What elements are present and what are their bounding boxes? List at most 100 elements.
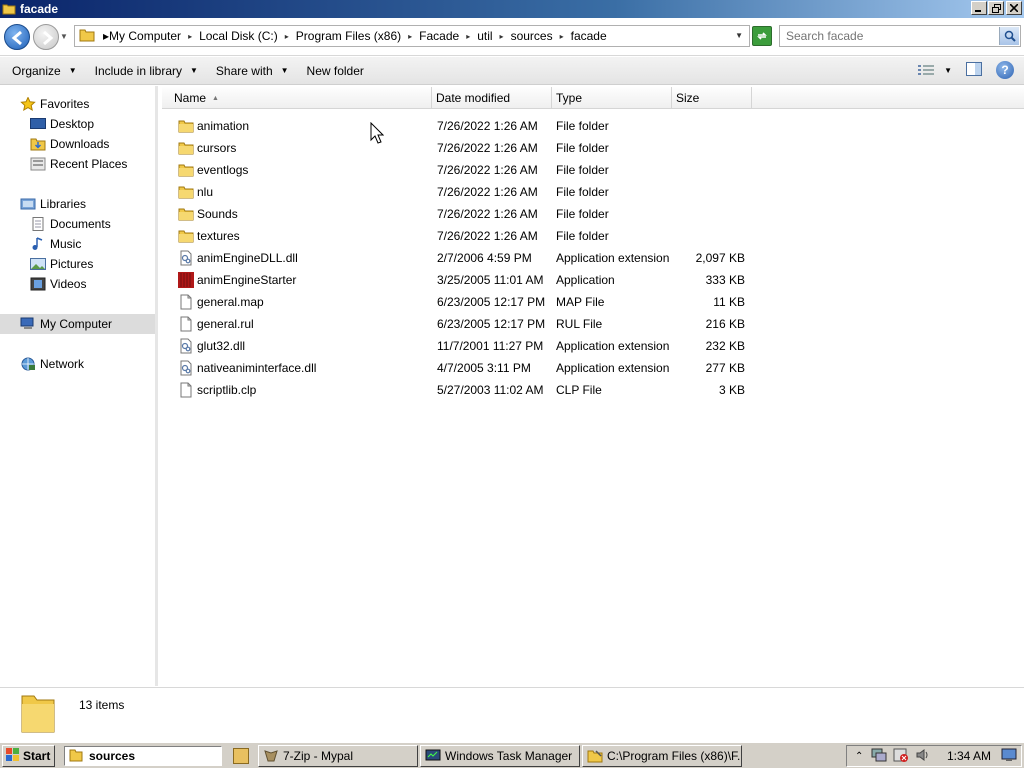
file-date: 11/7/2001 11:27 PM — [437, 339, 544, 353]
nav-downloads[interactable]: Downloads — [30, 134, 109, 154]
file-name-cell[interactable]: scriptlib.clp — [178, 382, 428, 398]
file-row[interactable]: nlu 7/26/2022 1:26 AM File folder — [162, 181, 1024, 203]
file-row[interactable]: animEngineStarter 3/25/2005 11:01 AM Appli… — [162, 269, 1024, 291]
breadcrumb-sources[interactable]: sources ▸ — [511, 29, 571, 43]
nav-my-computer[interactable]: My Computer — [0, 314, 155, 334]
desktop-icon — [30, 117, 46, 131]
volume-icon[interactable] — [915, 748, 931, 765]
breadcrumb-util[interactable]: util ▸ — [477, 29, 510, 43]
app-icon — [178, 272, 194, 288]
file-name-cell[interactable]: general.rul — [178, 316, 428, 332]
file-name: nativeaniminterface.dll — [197, 361, 317, 375]
share-with-button[interactable]: Share with ▼ — [216, 64, 289, 78]
breadcrumb-my-computer[interactable]: My Computer ▸ — [109, 29, 199, 43]
file-row[interactable]: general.map 6/23/2005 12:17 PM MAP File 11 … — [162, 291, 1024, 313]
show-desktop-icon[interactable] — [1001, 748, 1017, 765]
network-tray-icon[interactable] — [871, 748, 887, 765]
file-name-cell[interactable]: animEngineDLL.dll — [178, 250, 428, 266]
file-name-cell[interactable]: animation — [178, 118, 428, 134]
search-icon[interactable] — [999, 27, 1019, 45]
search-box[interactable] — [779, 25, 1021, 47]
include-in-library-button[interactable]: Include in library ▼ — [95, 64, 198, 78]
recent-pages-dropdown-icon[interactable]: ▼ — [60, 32, 68, 41]
nav-videos[interactable]: Videos — [30, 274, 86, 294]
file-row[interactable]: animation 7/26/2022 1:26 AM File folder — [162, 115, 1024, 137]
file-row[interactable]: nativeaniminterface.dll 4/7/2005 3:11 PM A… — [162, 357, 1024, 379]
clock[interactable]: 1:34 AM — [947, 749, 991, 763]
folder-icon — [2, 2, 16, 16]
file-icon — [178, 316, 194, 332]
view-options-icon[interactable]: ▼ — [918, 64, 952, 76]
start-button[interactable]: Start — [2, 745, 55, 767]
security-alert-icon[interactable] — [893, 748, 909, 765]
music-icon — [30, 237, 46, 251]
file-row[interactable]: animEngineDLL.dll 2/7/2006 4:59 PM Applica… — [162, 247, 1024, 269]
task-manager-icon — [425, 748, 441, 764]
file-name: animEngineStarter — [197, 273, 297, 287]
file-type: CLP File — [556, 383, 602, 397]
nav-desktop[interactable]: Desktop — [30, 114, 94, 134]
file-name-cell[interactable]: nativeaniminterface.dll — [178, 360, 428, 376]
tray-expand-icon[interactable]: ⌃ — [855, 751, 863, 762]
file-row[interactable]: general.rul 6/23/2005 12:17 PM RUL File 216… — [162, 313, 1024, 335]
file-name: animEngineDLL.dll — [197, 251, 298, 265]
file-icon — [178, 294, 194, 310]
file-type: File folder — [556, 163, 609, 177]
file-row[interactable]: eventlogs 7/26/2022 1:26 AM File folder — [162, 159, 1024, 181]
file-date: 6/23/2005 12:17 PM — [437, 317, 546, 331]
close-button[interactable] — [1006, 1, 1022, 15]
minimize-button[interactable] — [971, 1, 987, 15]
column-size[interactable]: Size — [672, 87, 752, 109]
file-name-cell[interactable]: animEngineStarter — [178, 272, 428, 288]
file-name-cell[interactable]: cursors — [178, 140, 428, 156]
refresh-button[interactable] — [752, 26, 772, 46]
file-row[interactable]: scriptlib.clp 5/27/2003 11:02 AM CLP File 3… — [162, 379, 1024, 401]
file-type: File folder — [556, 141, 609, 155]
address-dropdown-icon[interactable]: ▼ — [735, 31, 743, 40]
nav-pictures[interactable]: Pictures — [30, 254, 93, 274]
file-row[interactable]: textures 7/26/2022 1:26 AM File folder — [162, 225, 1024, 247]
preview-pane-icon[interactable] — [966, 61, 982, 79]
column-name[interactable]: Name ▲ — [162, 87, 432, 109]
nav-libraries[interactable]: Libraries — [20, 194, 86, 214]
file-name-cell[interactable]: eventlogs — [178, 162, 428, 178]
organize-button[interactable]: Organize ▼ — [12, 64, 77, 78]
forward-button[interactable] — [33, 24, 59, 50]
file-row[interactable]: glut32.dll 11/7/2001 11:27 PM Application … — [162, 335, 1024, 357]
file-name: general.map — [197, 295, 264, 309]
address-bar[interactable]: ▸ My Computer ▸ Local Disk (C:) ▸ Program … — [74, 25, 750, 47]
file-row[interactable]: Sounds 7/26/2022 1:26 AM File folder — [162, 203, 1024, 225]
nav-documents[interactable]: Documents — [30, 214, 111, 234]
file-type: MAP File — [556, 295, 605, 309]
back-button[interactable] — [4, 24, 30, 50]
nav-favorites[interactable]: Favorites — [20, 94, 89, 114]
new-folder-button[interactable]: New folder — [307, 64, 364, 78]
column-date-modified[interactable]: Date modified — [432, 87, 552, 109]
breadcrumb-facade-current[interactable]: facade — [571, 29, 607, 43]
quick-launch-media-icon[interactable] — [233, 748, 249, 764]
restore-button[interactable] — [988, 1, 1004, 15]
task-explorer-window[interactable]: C:\Program Files (x86)\F... — [582, 745, 742, 767]
breadcrumb-local-disk[interactable]: Local Disk (C:) ▸ — [199, 29, 296, 43]
task-7zip-mypal[interactable]: 7-Zip - Mypal — [258, 745, 418, 767]
taskbar-address-input[interactable]: sources — [64, 746, 222, 766]
breadcrumb-facade[interactable]: Facade ▸ — [419, 29, 477, 43]
help-icon[interactable]: ? — [996, 61, 1014, 79]
file-name-cell[interactable]: general.map — [178, 294, 428, 310]
nav-network[interactable]: Network — [20, 354, 84, 374]
windows-logo-icon — [6, 747, 20, 765]
file-name-cell[interactable]: nlu — [178, 184, 428, 200]
file-date: 5/27/2003 11:02 AM — [437, 383, 544, 397]
nav-recent-places[interactable]: Recent Places — [30, 154, 127, 174]
taskbar: Start sources 7-Zip - Mypal Windows Task… — [0, 742, 1024, 768]
file-name-cell[interactable]: Sounds — [178, 206, 428, 222]
file-name-cell[interactable]: glut32.dll — [178, 338, 428, 354]
file-row[interactable]: cursors 7/26/2022 1:26 AM File folder — [162, 137, 1024, 159]
search-input[interactable] — [786, 29, 996, 43]
breadcrumb-program-files[interactable]: Program Files (x86) ▸ — [296, 29, 419, 43]
column-type[interactable]: Type — [552, 87, 672, 109]
file-name-cell[interactable]: textures — [178, 228, 428, 244]
nav-music[interactable]: Music — [30, 234, 81, 254]
task-windows-task-manager[interactable]: Windows Task Manager — [420, 745, 580, 767]
dll-icon — [178, 250, 194, 266]
